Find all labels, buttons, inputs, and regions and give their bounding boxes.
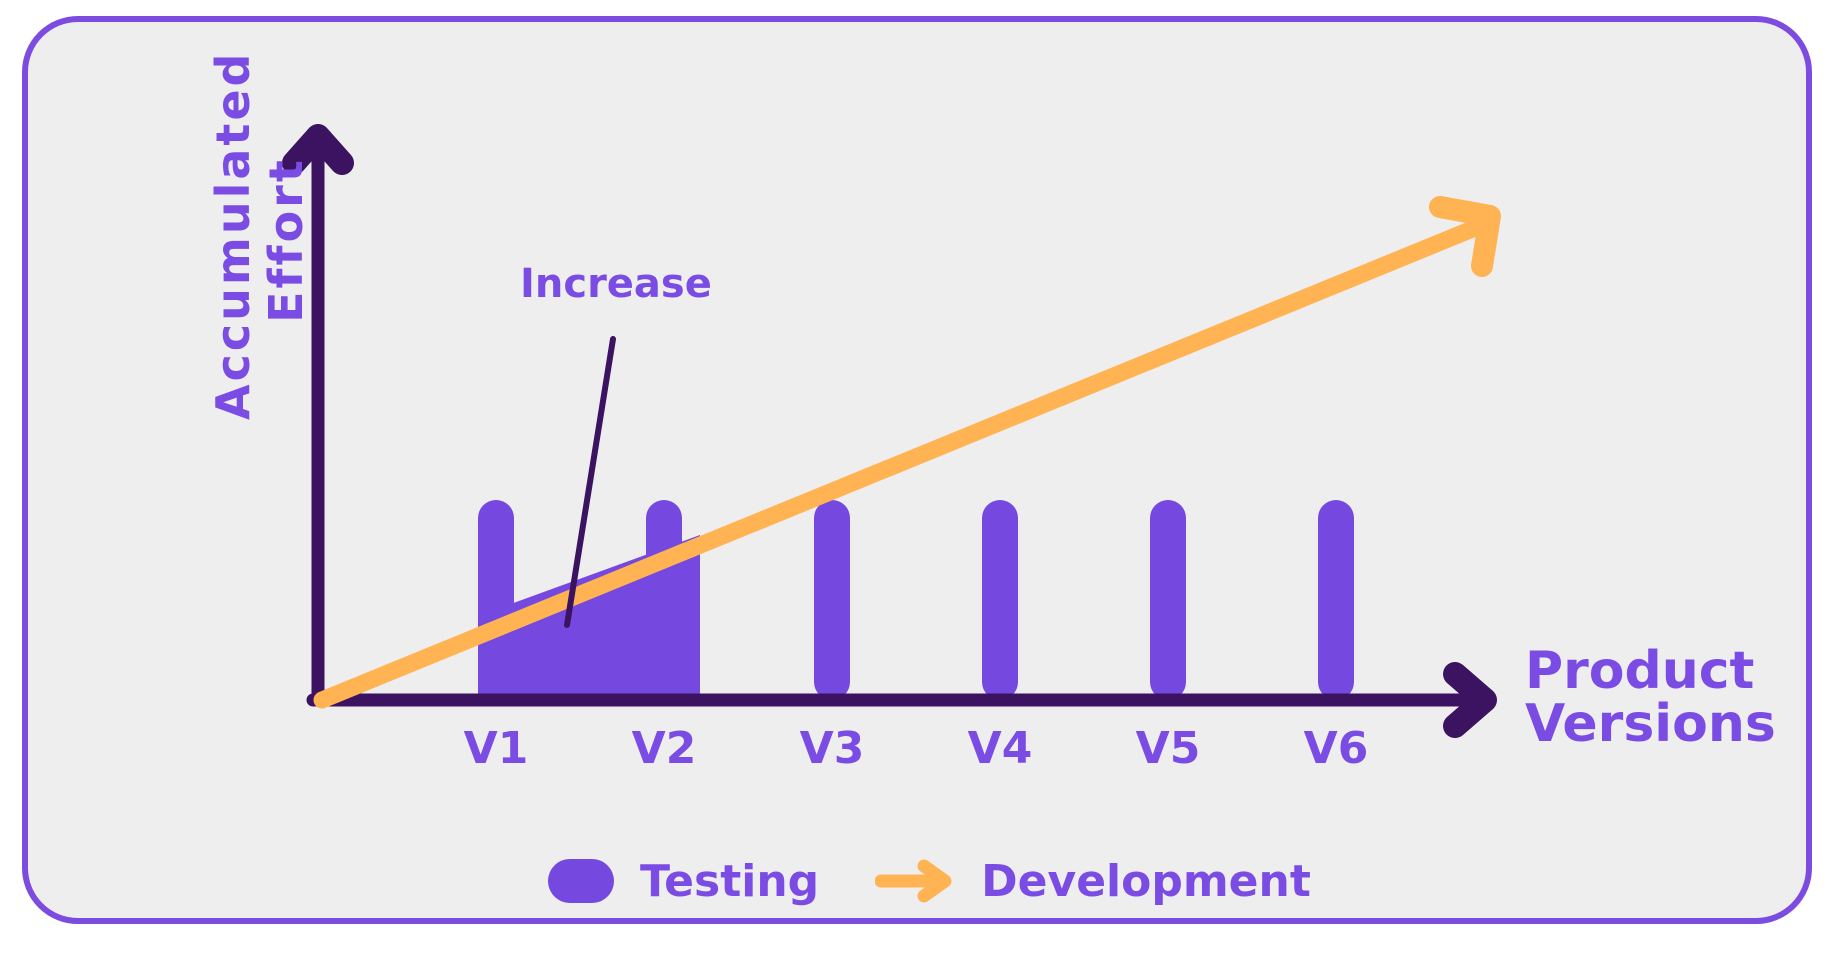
- increase-leader-line: [564, 336, 616, 628]
- x-tick-label-v5: V5: [1135, 723, 1201, 774]
- x-tick-label-v1: V1: [463, 723, 529, 774]
- legend-label-development: Development: [981, 855, 1311, 907]
- bar-v5: [1150, 500, 1186, 700]
- y-axis-label: Accumulated Effort: [206, 50, 313, 421]
- legend-item-development: Development: [875, 856, 1311, 907]
- x-tick-label-v6: V6: [1303, 723, 1369, 774]
- development-line: [313, 219, 1484, 709]
- testing-swatch-icon: [548, 859, 614, 903]
- bar-v1: [478, 500, 514, 700]
- bar-v3: [814, 500, 850, 700]
- chart-legend: Testing Development: [548, 845, 1311, 917]
- increase-annotation-label: Increase: [520, 261, 712, 307]
- legend-item-testing: Testing: [548, 856, 819, 907]
- x-axis: [306, 662, 1497, 738]
- accumulated-effort-diagram: Accumulated Effort Product Versions Incr…: [0, 0, 1845, 955]
- development-arrow-icon: [875, 859, 952, 903]
- development-trend-arrow: [313, 196, 1501, 709]
- increase-shaded-region: [478, 535, 700, 700]
- x-axis-label: Product Versions: [1525, 641, 1776, 755]
- bar-v2: [646, 500, 682, 700]
- bar-v6: [1318, 500, 1354, 700]
- legend-label-testing: Testing: [640, 855, 820, 907]
- x-axis-arrowhead-icon: [1443, 662, 1497, 738]
- development-arrowhead-icon: [1429, 196, 1501, 277]
- bar-v4: [982, 500, 1018, 700]
- x-tick-label-v3: V3: [799, 723, 865, 774]
- x-tick-label-v4: V4: [967, 723, 1033, 774]
- x-tick-label-v2: V2: [631, 723, 697, 774]
- testing-bars: [478, 500, 1354, 700]
